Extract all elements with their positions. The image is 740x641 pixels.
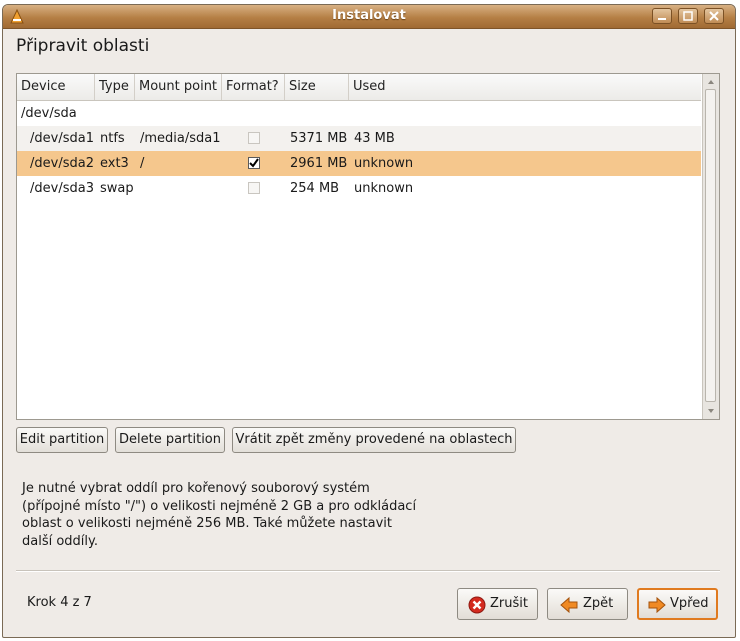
- info-line: Je nutné vybrat oddíl pro kořenový soubo…: [22, 481, 370, 496]
- forward-button[interactable]: Vpřed: [637, 588, 718, 620]
- maximize-icon: [683, 11, 693, 21]
- info-line: další oddíly.: [22, 533, 99, 549]
- title-bar[interactable]: Instalovat: [3, 5, 735, 29]
- vertical-scrollbar[interactable]: [702, 74, 719, 419]
- column-header-device[interactable]: Device: [17, 74, 95, 100]
- step-indicator: Krok 4 z 7: [27, 595, 92, 610]
- column-header-mount-point[interactable]: Mount point: [135, 74, 222, 100]
- back-arrow-icon: [560, 596, 578, 614]
- size-cell: 5371 MB: [290, 131, 348, 146]
- column-header-format[interactable]: Format?: [222, 74, 285, 100]
- table-row[interactable]: /dev/sda: [17, 101, 701, 126]
- scrollbar-track[interactable]: [705, 89, 716, 402]
- column-header-used[interactable]: Used: [349, 74, 701, 100]
- back-button[interactable]: Zpět: [547, 588, 628, 620]
- used-cell: unknown: [354, 156, 414, 171]
- used-cell: unknown: [354, 181, 414, 196]
- cancel-icon: [468, 596, 486, 614]
- installer-window: Instalovat Připravit oblasti Device Type…: [2, 4, 736, 638]
- mount-point-cell: /media/sda1: [140, 131, 221, 146]
- info-text: Je nutné vybrat oddíl pro kořenový soubo…: [22, 480, 442, 550]
- type-cell: swap: [100, 181, 134, 196]
- forward-arrow-icon: [648, 596, 666, 614]
- maximize-button[interactable]: [678, 8, 698, 24]
- mount-point-cell: /: [140, 156, 145, 171]
- size-cell: 2961 MB: [290, 156, 348, 171]
- delete-partition-button[interactable]: Delete partition: [115, 427, 225, 453]
- close-button[interactable]: [704, 8, 724, 24]
- table-row[interactable]: /dev/sda3 swap 254 MB unknown: [17, 176, 701, 201]
- revert-changes-button[interactable]: Vrátit zpět změny provedené na oblastech: [232, 427, 516, 453]
- forward-label: Vpřed: [670, 596, 709, 611]
- column-header-size[interactable]: Size: [285, 74, 349, 100]
- window-title: Instalovat: [332, 8, 406, 23]
- edit-partition-button[interactable]: Edit partition: [16, 427, 108, 453]
- type-cell: ntfs: [100, 131, 125, 146]
- table-header: Device Type Mount point Format? Size Use…: [17, 74, 701, 101]
- table-row-selected[interactable]: /dev/sda2 ext3 / 2961 MB unknown: [17, 151, 701, 176]
- type-cell: ext3: [100, 156, 129, 171]
- size-cell: 254 MB: [290, 181, 340, 196]
- scroll-down-icon[interactable]: [705, 405, 717, 417]
- footer-separator: [16, 570, 720, 572]
- format-checkbox[interactable]: [248, 157, 260, 169]
- cancel-button[interactable]: Zrušit: [457, 588, 538, 620]
- cancel-label: Zrušit: [490, 596, 528, 611]
- info-line: oblast o velikosti nejméně 256 MB. Také …: [22, 516, 392, 531]
- page-title: Připravit oblasti: [16, 36, 150, 56]
- scroll-up-icon[interactable]: [705, 76, 717, 88]
- table-row[interactable]: /dev/sda1 ntfs /media/sda1 5371 MB 43 MB: [17, 126, 701, 151]
- back-label: Zpět: [583, 596, 614, 611]
- minimize-button[interactable]: [652, 8, 672, 24]
- info-line: (přípojné místo "/") o velikosti nejméně…: [22, 498, 417, 514]
- minimize-icon: [658, 18, 666, 20]
- partition-table: Device Type Mount point Format? Size Use…: [16, 73, 720, 420]
- format-checkbox[interactable]: [248, 132, 260, 144]
- close-icon: [709, 11, 719, 21]
- device-cell: /dev/sda1: [30, 131, 94, 146]
- device-cell: /dev/sda: [21, 106, 77, 121]
- device-cell: /dev/sda3: [30, 181, 94, 196]
- format-checkbox[interactable]: [248, 182, 260, 194]
- column-header-type[interactable]: Type: [95, 74, 135, 100]
- used-cell: 43 MB: [354, 131, 395, 146]
- checkmark-icon: [249, 158, 259, 168]
- device-cell: /dev/sda2: [30, 156, 94, 171]
